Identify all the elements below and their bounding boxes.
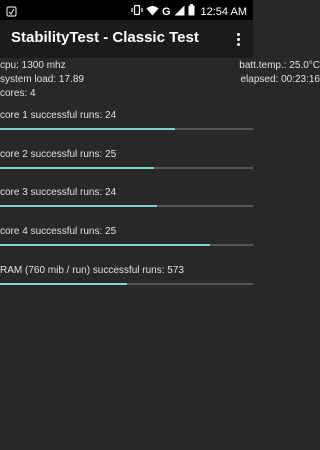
ram-label: RAM (760 mib / run) successful runs: 573 (0, 265, 184, 276)
core-2-label: core 2 successful runs: 25 (0, 149, 117, 160)
network-type: G (161, 6, 171, 18)
wifi-icon (146, 3, 159, 21)
core-4-progress-bar (0, 244, 253, 246)
core-2-progress-fill (0, 167, 155, 169)
ram-progress-bar (0, 283, 253, 285)
more-vert-icon[interactable] (232, 29, 244, 49)
core-3-label: core 3 successful runs: 24 (0, 187, 117, 198)
core-1-progress-fill (0, 128, 175, 130)
battery-temp-info: batt.temp.: 25.0°C (239, 60, 320, 71)
status-bar: G 12:54 AM (0, 0, 253, 20)
core-3-progress-bar (0, 205, 253, 207)
battery-icon (188, 3, 195, 21)
core-1-progress-bar (0, 128, 253, 130)
signal-icon (174, 3, 185, 21)
app-title: StabilityTest - Classic Test (11, 29, 199, 46)
core-2-progress-bar (0, 167, 253, 169)
vibrate-icon (131, 3, 143, 21)
core-3-progress-fill (0, 205, 157, 207)
elapsed-info: elapsed: 00:23:16 (240, 74, 320, 85)
cores-info: cores: 4 (0, 88, 36, 99)
app-bar: StabilityTest - Classic Test (0, 20, 253, 58)
ram-progress-fill (0, 283, 127, 285)
status-time: 12:54 AM (200, 6, 247, 18)
system-load-info: system load: 17.89 (0, 74, 84, 85)
core-4-progress-fill (0, 244, 210, 246)
core-1-label: core 1 successful runs: 24 (0, 110, 117, 121)
status-icons: G 12:54 AM (131, 3, 247, 21)
core-4-label: core 4 successful runs: 25 (0, 226, 117, 237)
cpu-info: cpu: 1300 mhz (0, 60, 66, 71)
